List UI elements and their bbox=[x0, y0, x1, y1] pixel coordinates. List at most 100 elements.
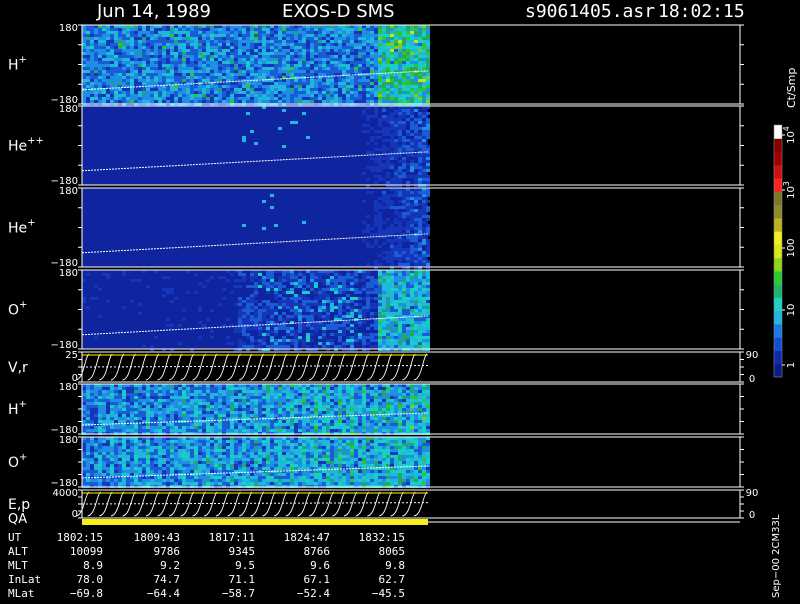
spectrogram-cell bbox=[226, 37, 230, 40]
spectrogram-cell bbox=[106, 420, 110, 423]
spectrogram-cell bbox=[326, 52, 330, 55]
spectrogram-cell bbox=[346, 31, 350, 34]
spectrogram-cell bbox=[414, 218, 418, 221]
spectrogram-cell bbox=[206, 100, 210, 103]
spectrogram-cell bbox=[418, 230, 422, 233]
spectrogram-cell bbox=[318, 342, 322, 345]
spectrogram-cell bbox=[246, 94, 250, 97]
spectrogram-cell bbox=[106, 393, 110, 396]
spectrogram-cell bbox=[142, 399, 146, 402]
spectrogram-cell bbox=[198, 67, 202, 70]
spectrogram-cell bbox=[318, 40, 322, 43]
spectrogram-cell bbox=[394, 212, 398, 215]
spectrogram-cell bbox=[158, 82, 162, 85]
spectrogram-cell bbox=[354, 43, 358, 46]
spectrogram-cell bbox=[402, 197, 406, 200]
spectrogram-cell bbox=[334, 282, 338, 285]
spectrogram-cell bbox=[158, 396, 162, 399]
spectrogram-cell bbox=[398, 28, 402, 31]
spectrogram-cell bbox=[222, 28, 226, 31]
spectrogram-cell bbox=[214, 417, 218, 420]
spectrogram-cell bbox=[394, 133, 398, 136]
spectrogram-cell bbox=[406, 251, 410, 254]
spectrogram-cell bbox=[390, 97, 394, 100]
spectrogram-cell bbox=[122, 399, 126, 402]
spectrogram-cell bbox=[402, 127, 406, 130]
spectrogram-cell bbox=[214, 58, 218, 61]
spectrogram-cell bbox=[254, 399, 258, 402]
spectrogram-cell bbox=[270, 206, 274, 209]
spectrogram-cell bbox=[314, 31, 318, 34]
spectrogram-cell bbox=[142, 94, 146, 97]
spectrogram-cell bbox=[382, 157, 386, 160]
spectrogram-cell bbox=[166, 411, 170, 414]
spectrogram-cell bbox=[402, 324, 406, 327]
spectrogram-cell bbox=[318, 327, 322, 330]
spectrogram-cell bbox=[174, 64, 178, 67]
spectrogram-cell bbox=[106, 64, 110, 67]
spectrogram-cell bbox=[358, 64, 362, 67]
spectrogram-cell bbox=[338, 82, 342, 85]
spectrogram-cell bbox=[374, 209, 378, 212]
spectrogram-cell bbox=[178, 399, 182, 402]
spectrogram-cell bbox=[94, 396, 98, 399]
spectrogram-cell bbox=[166, 429, 170, 432]
spectrogram-cell bbox=[270, 97, 274, 100]
spectrogram-cell bbox=[398, 82, 402, 85]
spectrogram-cell bbox=[406, 139, 410, 142]
spectrogram-cell bbox=[406, 61, 410, 64]
spectrogram-cell bbox=[314, 37, 318, 40]
spectrogram-cell bbox=[426, 46, 430, 49]
spectrogram-cell bbox=[302, 67, 306, 70]
spectrogram-cell bbox=[182, 393, 186, 396]
spectrogram-cell bbox=[262, 100, 266, 103]
spectrogram-cell bbox=[138, 402, 142, 405]
spectrogram-cell bbox=[294, 345, 298, 348]
spectrogram-cell bbox=[242, 58, 246, 61]
spectrogram-cell bbox=[194, 399, 198, 402]
spectrogram-cell bbox=[282, 34, 286, 37]
spectrogram-cell bbox=[194, 43, 198, 46]
spectrogram-cell bbox=[98, 315, 102, 318]
spectrogram-cell bbox=[286, 67, 290, 70]
spectrogram-cell bbox=[390, 279, 394, 282]
spectrogram-cell bbox=[418, 312, 422, 315]
spectrogram-cell bbox=[410, 194, 414, 197]
spectrogram-cell bbox=[170, 55, 174, 58]
spectrogram-cell bbox=[402, 303, 406, 306]
spectrogram-cell bbox=[426, 318, 430, 321]
spectrogram-cell bbox=[394, 178, 398, 181]
spectrogram-cell bbox=[394, 248, 398, 251]
spectrogram-cell bbox=[158, 52, 162, 55]
spectrogram-cell bbox=[114, 91, 118, 94]
spectrogram-cell bbox=[270, 34, 274, 37]
spectrogram-cell bbox=[106, 28, 110, 31]
spectrogram-cell bbox=[210, 330, 214, 333]
spectrogram-cell bbox=[386, 291, 390, 294]
spectrogram-cell bbox=[398, 291, 402, 294]
spectrogram-cell bbox=[86, 396, 90, 399]
spectrogram-cell bbox=[374, 291, 378, 294]
spectrogram-cell bbox=[198, 402, 202, 405]
spectrogram-cell bbox=[386, 276, 390, 279]
spectrogram-cell bbox=[370, 100, 374, 103]
spectrogram-cell bbox=[278, 276, 282, 279]
spectrogram-cell bbox=[382, 282, 386, 285]
spectrogram-cell bbox=[170, 91, 174, 94]
spectrogram-cell bbox=[266, 396, 270, 399]
spectrogram-cell bbox=[294, 297, 298, 300]
spectrogram-cell bbox=[414, 154, 418, 157]
spectrogram-cell bbox=[370, 345, 374, 348]
spectrogram-cell bbox=[386, 336, 390, 339]
spectrogram-cell bbox=[214, 46, 218, 49]
spectrogram-cell bbox=[250, 318, 254, 321]
spectrogram-cell bbox=[274, 70, 278, 73]
spectrogram-cell bbox=[82, 402, 86, 405]
spectrogram-cell bbox=[274, 88, 278, 91]
spectrogram-cell bbox=[370, 76, 374, 79]
spectrogram-cell bbox=[410, 330, 414, 333]
spectrogram-cell bbox=[110, 408, 114, 411]
panel-ytick-top: 180 bbox=[59, 186, 78, 197]
spectrogram-cell bbox=[286, 82, 290, 85]
spectrogram-cell bbox=[382, 91, 386, 94]
